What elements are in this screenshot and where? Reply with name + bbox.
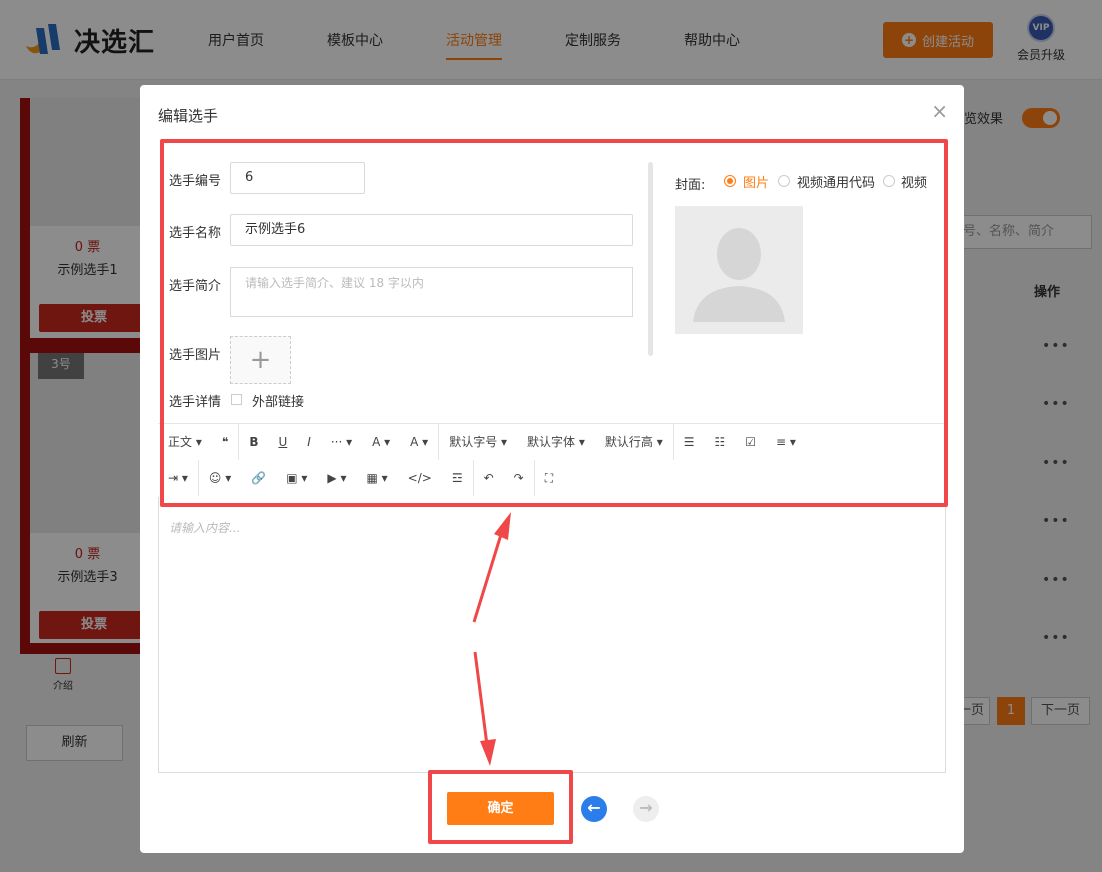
annotation-arrows [472, 512, 511, 766]
annotation-arrow-line [472, 527, 505, 623]
annotation-arrow-down-head [480, 739, 496, 766]
annotation-arrow-up-head [494, 512, 511, 540]
annotation-arrow-line [473, 651, 489, 746]
